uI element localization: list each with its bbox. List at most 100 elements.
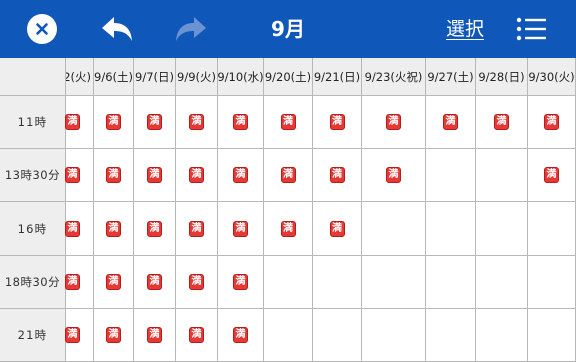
slot-cell[interactable]: 満 — [65, 149, 94, 202]
date-header: 9/21(日) — [313, 58, 362, 96]
full-badge: 満 — [386, 167, 401, 183]
slot-cell[interactable] — [528, 256, 576, 309]
slot-cell[interactable]: 満 — [94, 96, 134, 149]
slot-cell[interactable] — [528, 202, 576, 256]
slot-cell[interactable]: 満 — [65, 202, 94, 256]
slot-cell[interactable] — [264, 309, 313, 362]
slot-cell[interactable] — [362, 256, 426, 309]
full-badge: 満 — [544, 114, 559, 130]
slot-cell[interactable]: 満 — [313, 202, 362, 256]
slot-cell[interactable] — [264, 256, 313, 309]
slot-cell[interactable]: 満 — [426, 96, 476, 149]
full-badge: 満 — [233, 114, 248, 130]
date-header: 9/30(火) — [528, 58, 576, 96]
slot-cell[interactable]: 満 — [65, 96, 94, 149]
grid-corner — [0, 58, 66, 96]
slot-cell[interactable]: 満 — [94, 202, 134, 256]
full-badge: 満 — [280, 167, 296, 183]
forward-button[interactable] — [170, 10, 212, 48]
slot-cell[interactable]: 満 — [476, 96, 528, 149]
slot-cell[interactable]: 満 — [94, 149, 134, 202]
slot-cell[interactable] — [476, 309, 528, 362]
full-badge: 満 — [106, 220, 121, 237]
slot-cell[interactable] — [426, 149, 476, 202]
time-row-label: 18時30分 — [0, 256, 66, 309]
full-badge: 満 — [147, 274, 162, 290]
slot-cell[interactable]: 満 — [176, 202, 218, 256]
slot-cell[interactable] — [313, 256, 362, 309]
full-badge: 満 — [329, 220, 345, 237]
slot-cell[interactable] — [476, 202, 528, 256]
slot-cell[interactable]: 満 — [218, 202, 264, 256]
slot-cell[interactable]: 満 — [65, 309, 94, 362]
full-badge: 満 — [65, 274, 80, 290]
slot-cell[interactable]: 満 — [313, 96, 362, 149]
back-arrow-icon — [102, 17, 132, 41]
slot-cell[interactable]: 満 — [176, 309, 218, 362]
slot-cell[interactable]: 満 — [218, 149, 264, 202]
date-header: 9/27(土) — [426, 58, 476, 96]
slot-cell[interactable] — [476, 256, 528, 309]
full-badge: 満 — [280, 220, 296, 237]
slot-cell[interactable]: 満 — [528, 96, 576, 149]
full-badge: 満 — [233, 167, 248, 183]
slot-cell[interactable]: 満 — [94, 256, 134, 309]
slot-cell[interactable]: 満 — [264, 202, 313, 256]
close-button[interactable] — [27, 14, 57, 44]
date-header: 2(火) — [66, 58, 94, 96]
slot-cell[interactable]: 満 — [134, 96, 176, 149]
slot-cell[interactable]: 満 — [176, 149, 218, 202]
slot-cell[interactable]: 満 — [264, 96, 313, 149]
full-badge: 満 — [189, 167, 204, 183]
slot-cell[interactable] — [362, 202, 426, 256]
slot-cell[interactable]: 満 — [134, 202, 176, 256]
full-badge: 満 — [106, 114, 121, 130]
slot-cell[interactable] — [313, 309, 362, 362]
slot-cell[interactable]: 満 — [362, 96, 426, 149]
slot-cell[interactable]: 満 — [134, 149, 176, 202]
slot-cell[interactable]: 満 — [134, 309, 176, 362]
slot-cell[interactable] — [476, 149, 528, 202]
close-icon — [36, 23, 48, 35]
full-badge: 満 — [280, 114, 296, 130]
slot-cell[interactable]: 満 — [134, 256, 176, 309]
slot-cell[interactable] — [528, 309, 576, 362]
slot-cell[interactable] — [426, 309, 476, 362]
menu-button[interactable] — [514, 15, 548, 43]
slot-cell[interactable] — [426, 202, 476, 256]
slot-cell[interactable]: 満 — [176, 96, 218, 149]
slot-cell[interactable]: 満 — [65, 256, 94, 309]
full-badge: 満 — [329, 167, 345, 183]
full-badge: 満 — [65, 327, 80, 343]
slot-cell[interactable]: 満 — [218, 256, 264, 309]
time-row-label: 13時30分 — [0, 149, 66, 202]
full-badge: 満 — [147, 220, 162, 237]
slot-cell[interactable]: 満 — [218, 309, 264, 362]
full-badge: 満 — [147, 327, 162, 343]
full-badge: 満 — [106, 274, 121, 290]
slot-cell[interactable] — [426, 256, 476, 309]
slot-cell[interactable]: 満 — [94, 309, 134, 362]
slot-cell[interactable]: 満 — [218, 96, 264, 149]
full-badge: 満 — [65, 220, 80, 237]
date-header: 9/10(水) — [218, 58, 264, 96]
slot-cell[interactable]: 満 — [528, 149, 576, 202]
date-header: 9/7(日) — [134, 58, 176, 96]
slot-cell[interactable]: 満 — [264, 149, 313, 202]
slot-cell[interactable] — [362, 309, 426, 362]
slot-cell[interactable]: 満 — [362, 149, 426, 202]
slot-cell[interactable]: 満 — [313, 149, 362, 202]
list-menu-icon — [516, 17, 546, 41]
full-badge: 満 — [189, 274, 204, 290]
slot-cell[interactable]: 満 — [176, 256, 218, 309]
full-badge: 満 — [147, 167, 162, 183]
full-badge: 満 — [233, 220, 248, 237]
date-header: 9/6(土) — [94, 58, 134, 96]
full-badge: 満 — [189, 114, 204, 130]
back-button[interactable] — [96, 10, 138, 48]
full-badge: 満 — [386, 114, 401, 130]
select-link[interactable]: 選択 — [440, 13, 490, 45]
date-header: 9/20(土) — [264, 58, 313, 96]
full-badge: 満 — [189, 220, 204, 237]
month-title: 9月 — [271, 17, 305, 41]
